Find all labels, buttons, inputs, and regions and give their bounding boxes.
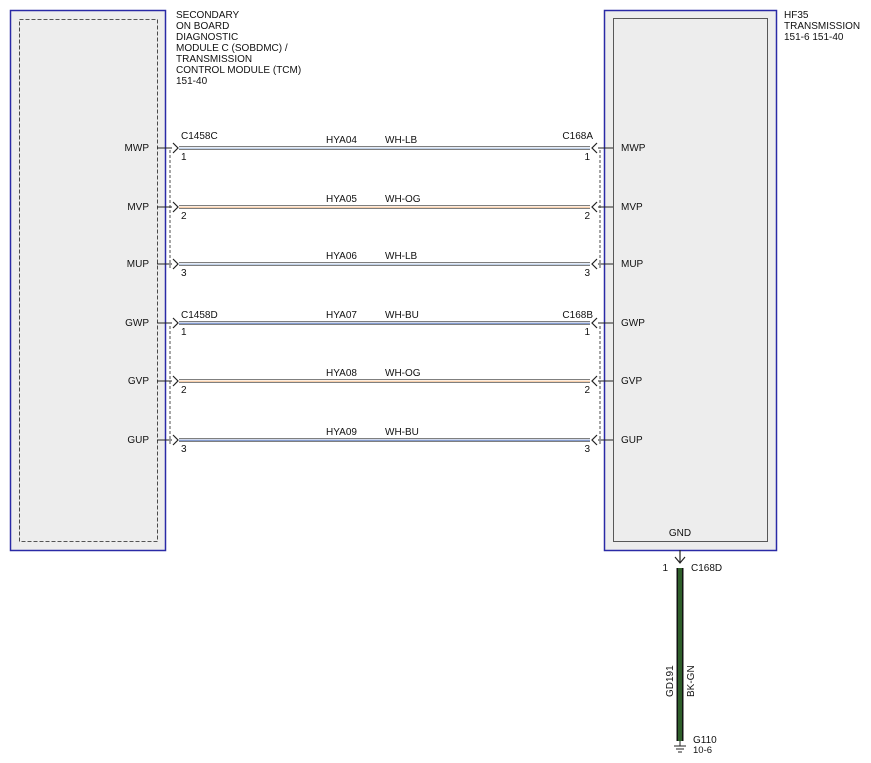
right-pin-number: 3 bbox=[584, 444, 590, 455]
left-module-title-line: ON BOARD bbox=[176, 21, 229, 32]
circuit-row: MVP MVP 2 2 HYA05 WH-OG bbox=[127, 194, 643, 222]
circuit-row: GVP GVP 2 2 HYA08 WH-OG bbox=[128, 368, 643, 396]
left-module-title: SECONDARY ON BOARD DIAGNOSTIC MODULE C (… bbox=[176, 10, 304, 87]
left-pin-name: GWP bbox=[125, 318, 149, 329]
left-pin-number: 1 bbox=[181, 152, 187, 163]
left-module-title-line: MODULE C (SOBDMC) / bbox=[176, 43, 288, 54]
right-pin-number: 1 bbox=[584, 327, 590, 338]
left-connector-arrow-icon bbox=[172, 317, 179, 329]
left-module bbox=[9, 9, 167, 552]
left-connector-a-label: C1458C bbox=[181, 131, 218, 142]
circuit-number: HYA09 bbox=[326, 427, 357, 438]
right-pin-number: 1 bbox=[584, 152, 590, 163]
left-module-title-line: CONTROL MODULE (TCM) bbox=[176, 65, 301, 76]
circuit-number: HYA08 bbox=[326, 368, 357, 379]
right-pin-name: MVP bbox=[621, 202, 643, 213]
gnd-circuit-label: GD191 bbox=[665, 665, 676, 697]
wire-color-code: WH-BU bbox=[385, 427, 419, 438]
left-connector-arrow-icon bbox=[172, 375, 179, 387]
left-module-box bbox=[9, 9, 167, 552]
left-connector-arrow-icon bbox=[172, 258, 179, 270]
left-pin-number: 3 bbox=[181, 268, 187, 279]
ground-symbol-icon bbox=[674, 741, 686, 753]
left-pin-name: GUP bbox=[127, 435, 149, 446]
left-module-title-line: DIAGNOSTIC bbox=[176, 32, 238, 43]
right-pin-number: 2 bbox=[584, 385, 590, 396]
left-connector-arrow-icon bbox=[172, 142, 179, 154]
right-connector-a-label: C168A bbox=[562, 131, 593, 142]
right-pin-name: GVP bbox=[621, 376, 642, 387]
left-pin-name: GVP bbox=[128, 376, 149, 387]
right-pin-name: MUP bbox=[621, 259, 644, 270]
right-connector-arrow-icon bbox=[591, 142, 598, 154]
left-module-ref: 151-40 bbox=[176, 76, 208, 87]
right-connector-arrow-icon bbox=[591, 375, 598, 387]
ground-circuit: GND 1 C168D GD191 BK-GN G110 10-6 bbox=[662, 528, 722, 756]
right-connector-b-label: C168B bbox=[562, 310, 593, 321]
right-connector-arrow-icon bbox=[591, 258, 598, 270]
right-connector-arrow-icon bbox=[591, 434, 598, 446]
wire-color-code: WH-LB bbox=[385, 251, 418, 262]
left-pin-name: MUP bbox=[127, 259, 150, 270]
right-connector-arrow-icon bbox=[591, 201, 598, 213]
right-module-ref: 151-6 151-40 bbox=[784, 32, 844, 43]
circuit-number: HYA07 bbox=[326, 310, 357, 321]
right-pin-name: GUP bbox=[621, 435, 643, 446]
wire-color-code: WH-LB bbox=[385, 135, 418, 146]
gnd-color-label: BK-GN bbox=[686, 665, 697, 697]
left-pin-name: MWP bbox=[125, 143, 150, 154]
right-module-title-line: TRANSMISSION bbox=[784, 21, 860, 32]
circuit-rows: MWP MWP1 1HYA04 WH-LBMVP MVP2 2HYA05 WH-OGMUP M… bbox=[125, 135, 646, 455]
left-pin-number: 1 bbox=[181, 327, 187, 338]
left-connector-b-label: C1458D bbox=[181, 310, 218, 321]
gnd-pin-number: 1 bbox=[662, 563, 668, 574]
ground-point-ref: 10-6 bbox=[693, 745, 712, 756]
right-module-box bbox=[603, 9, 778, 552]
right-module-title: HF35 TRANSMISSION 151-6 151-40 bbox=[784, 10, 863, 43]
left-pin-name: MVP bbox=[127, 202, 149, 213]
left-module-title-line: TRANSMISSION bbox=[176, 54, 252, 65]
circuit-number: HYA05 bbox=[326, 194, 357, 205]
right-pin-name: GWP bbox=[621, 318, 645, 329]
circuit-row: GUP GUP 3 3 HYA09 WH-BU bbox=[127, 427, 643, 455]
left-module-title-line: SECONDARY bbox=[176, 10, 239, 21]
right-module-title-line: HF35 bbox=[784, 10, 809, 21]
gnd-connector-label: C168D bbox=[691, 563, 722, 574]
right-pin-number: 2 bbox=[584, 211, 590, 222]
left-pin-number: 2 bbox=[181, 211, 187, 222]
wire-color-code: WH-BU bbox=[385, 310, 419, 321]
left-connector-arrow-icon bbox=[172, 201, 179, 213]
left-pin-number: 2 bbox=[181, 385, 187, 396]
wire-color-code: WH-OG bbox=[385, 194, 421, 205]
circuit-row: MUP MUP 3 3 HYA06 WH-LB bbox=[127, 251, 644, 279]
gnd-pin-label: GND bbox=[669, 528, 691, 539]
left-pin-number: 3 bbox=[181, 444, 187, 455]
left-connector-arrow-icon bbox=[172, 434, 179, 446]
circuit-number: HYA04 bbox=[326, 135, 357, 146]
right-pin-number: 3 bbox=[584, 268, 590, 279]
circuit-number: HYA06 bbox=[326, 251, 357, 262]
right-pin-name: MWP bbox=[621, 143, 646, 154]
right-module bbox=[603, 9, 778, 552]
wiring-diagram: SECONDARY ON BOARD DIAGNOSTIC MODULE C (… bbox=[9, 9, 863, 756]
wire-color-code: WH-OG bbox=[385, 368, 421, 379]
